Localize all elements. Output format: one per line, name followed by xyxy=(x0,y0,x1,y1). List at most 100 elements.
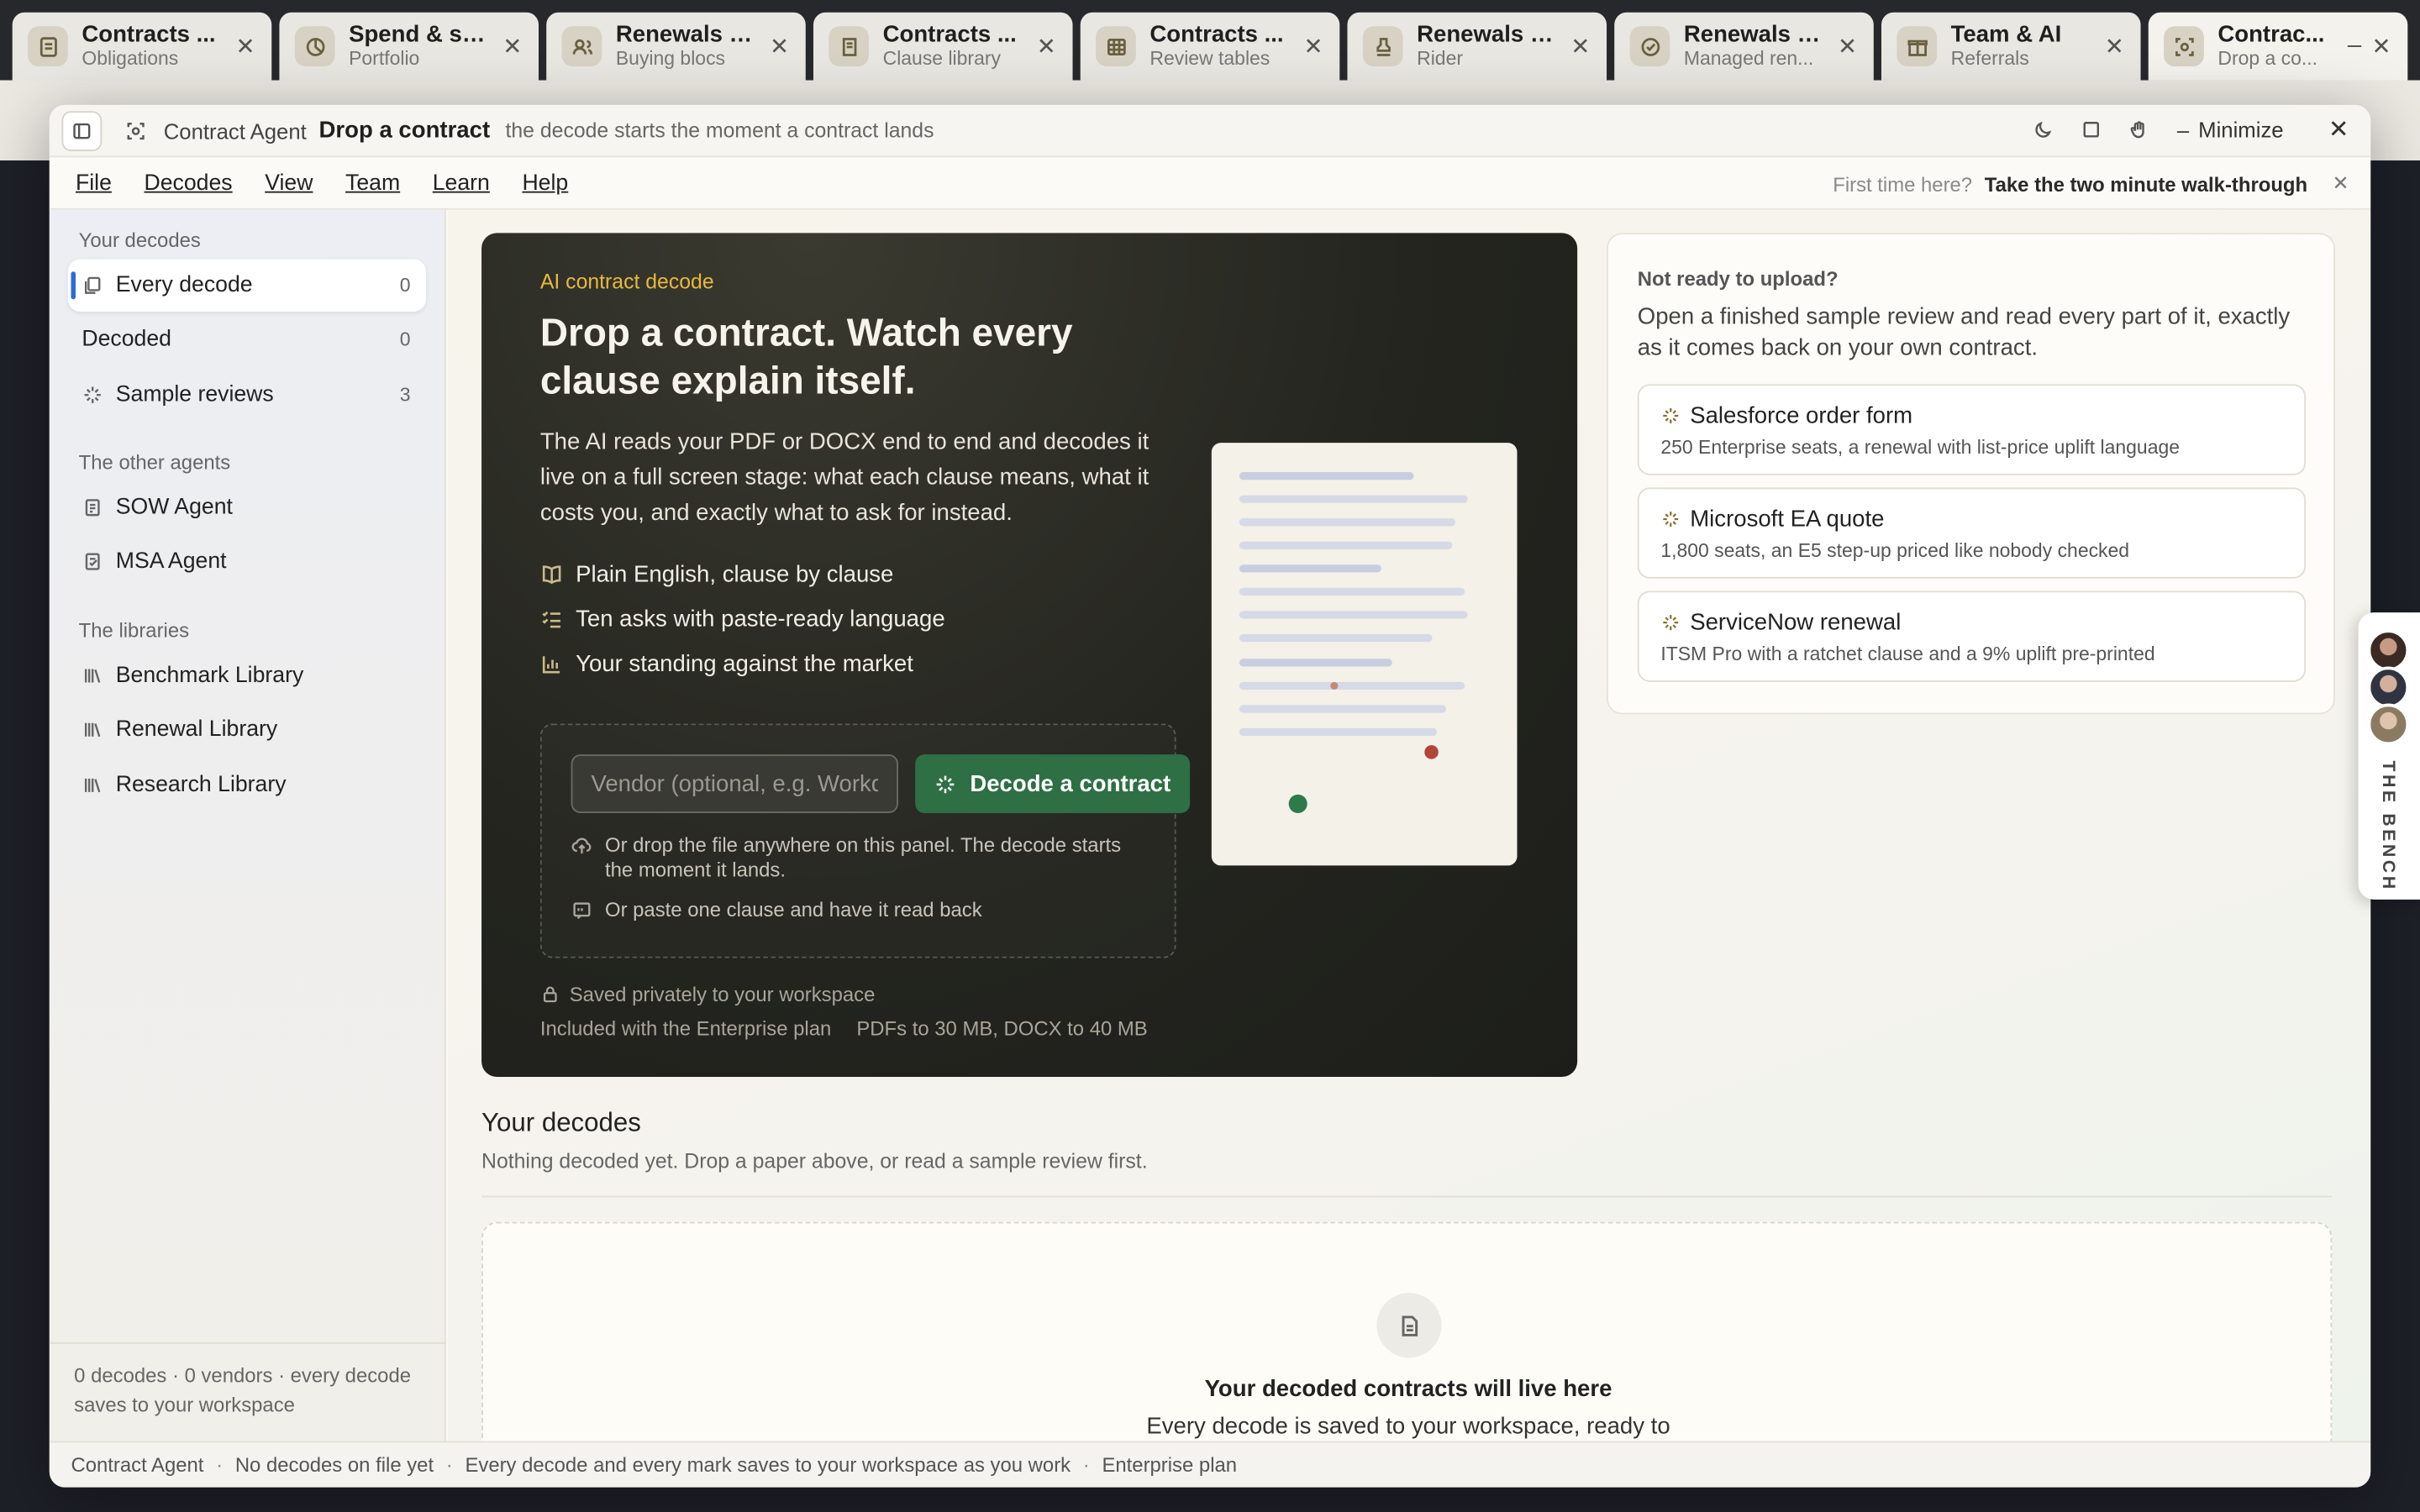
sample-microsoft[interactable]: Microsoft EA quote 1,800 seats, an E5 st… xyxy=(1637,487,2307,579)
sample-title: Salesforce order form xyxy=(1690,402,1913,429)
hero-headline: Drop a contract. Watch every clause expl… xyxy=(539,312,1073,403)
minimize-button[interactable]: – Minimize xyxy=(2177,118,2284,142)
close-icon[interactable]: ✕ xyxy=(234,33,256,60)
bench-label: THE BENCH xyxy=(2378,760,2397,892)
close-icon[interactable]: ✕ xyxy=(1035,33,1057,60)
tab-subtitle: Referrals xyxy=(1950,50,2029,70)
menu-help[interactable]: Help xyxy=(522,171,568,195)
sample-salesforce[interactable]: Salesforce order form 250 Enterprise sea… xyxy=(1637,384,2307,475)
sidebar-item-benchmark-library[interactable]: Benchmark Library xyxy=(68,649,426,701)
tab-renewals-managed[interactable]: Renewals &... Managed ren... ✕ xyxy=(1614,12,1874,81)
avatar[interactable] xyxy=(2367,629,2410,671)
sidebar-item-research-library[interactable]: Research Library xyxy=(68,759,426,811)
file-dropzone[interactable]: Decode a contract Or drop the file anywh… xyxy=(539,723,1191,958)
tab-renewals-buying-blocs[interactable]: Renewals &... Buying blocs ✕ xyxy=(546,12,806,81)
tab-contracts-obligations[interactable]: Contracts ... Obligations ✕ xyxy=(12,12,272,81)
close-icon[interactable]: ✕ xyxy=(1837,33,1859,60)
walkthrough-link[interactable]: Take the two minute walk-through xyxy=(1985,172,2307,196)
moon-icon[interactable] xyxy=(2024,111,2061,148)
tab-title: Renewals &... xyxy=(1683,24,1828,47)
close-icon[interactable]: ✕ xyxy=(769,33,791,60)
empty-state-subtitle: Every decode is saved to your workspace,… xyxy=(1146,1413,1670,1440)
tab-title: Contracts ... xyxy=(882,24,1017,47)
close-icon[interactable]: ✕ xyxy=(2370,33,2392,60)
paste-hint[interactable]: Or paste one clause and have it read bac… xyxy=(571,898,982,922)
sample-card-heading: Not ready to upload? xyxy=(1637,266,1839,291)
tab-renewals-rider[interactable]: Renewals &... Rider ✕ xyxy=(1347,12,1607,81)
close-icon[interactable]: ✕ xyxy=(2332,171,2349,196)
your-decodes-heading: Your decodes xyxy=(481,1107,641,1137)
decode-contract-button[interactable]: Decode a contract xyxy=(915,754,1191,813)
tab-title: Renewals &... xyxy=(1417,24,1560,47)
lock-icon xyxy=(543,986,557,1003)
close-icon[interactable]: ✕ xyxy=(1302,33,1324,60)
close-window-button[interactable]: ✕ xyxy=(2328,114,2349,145)
hero-eyebrow: AI contract decode xyxy=(539,270,714,293)
copy-icon xyxy=(84,276,101,294)
library-icon xyxy=(84,669,101,683)
tab-contracts-review-tables[interactable]: Contracts ... Review tables ✕ xyxy=(1080,12,1340,81)
sidebar-item-label: Renewal Library xyxy=(115,717,278,743)
feature-plain-english: Plain English, clause by clause xyxy=(540,562,893,588)
minimize-icon[interactable]: – xyxy=(2348,33,2361,60)
close-icon[interactable]: ✕ xyxy=(502,33,523,60)
sparkle-icon xyxy=(1663,408,1679,423)
sidebar-toggle-button[interactable] xyxy=(61,110,103,151)
sidebar-item-count: 0 xyxy=(399,328,411,350)
menu-bar: File Decodes View Team Learn Help First … xyxy=(49,157,2371,210)
bar-chart-icon xyxy=(542,656,560,674)
menu-team[interactable]: Team xyxy=(345,171,400,195)
privacy-note: Saved privately to your workspace xyxy=(540,983,875,1006)
sample-subtitle: 250 Enterprise seats, a renewal with lis… xyxy=(1660,436,2181,459)
hero-body: The AI reads your PDF or DOCX end to end… xyxy=(539,428,1150,527)
tab-title: Spend & sa... xyxy=(349,24,492,47)
sample-title: Microsoft EA quote xyxy=(1690,506,1885,533)
sidebar-heading-libraries: The libraries xyxy=(78,618,190,643)
menu-decodes[interactable]: Decodes xyxy=(145,171,233,195)
sample-servicenow[interactable]: ServiceNow renewal ITSM Pro with a ratch… xyxy=(1637,591,2307,682)
close-icon[interactable]: ✕ xyxy=(2103,33,2125,60)
sidebar-item-msa-agent[interactable]: MSA Agent xyxy=(68,535,426,587)
tab-subtitle: Rider xyxy=(1417,50,1463,70)
sidebar-item-decoded[interactable]: Decoded 0 xyxy=(68,313,426,365)
sidebar-item-sow-agent[interactable]: SOW Agent xyxy=(68,481,426,533)
tab-title: Renewals &... xyxy=(615,24,760,47)
plan-note: Included with the Enterprise plan xyxy=(539,1016,832,1040)
menu-view[interactable]: View xyxy=(265,171,313,195)
tab-title: Team & AI xyxy=(1950,24,2062,47)
close-icon[interactable]: ✕ xyxy=(1570,33,1591,60)
status-plan: Enterprise plan xyxy=(1102,1453,1238,1477)
window-subtitle: the decode starts the moment a contract … xyxy=(505,118,934,142)
bench-rail[interactable]: THE BENCH xyxy=(2358,612,2420,900)
menu-file[interactable]: File xyxy=(76,171,112,195)
sidebar-item-label: Benchmark Library xyxy=(115,663,304,689)
sidebar-item-renewal-library[interactable]: Renewal Library xyxy=(68,704,426,756)
tab-spend-portfolio[interactable]: Spend & sa... Portfolio ✕ xyxy=(279,12,539,81)
hand-icon[interactable] xyxy=(2120,111,2157,148)
sidebar-item-sample-reviews[interactable]: Sample reviews 3 xyxy=(68,369,426,421)
status-decodes: No decodes on file yet xyxy=(234,1453,434,1477)
tab-subtitle: Drop a co... xyxy=(2217,50,2318,70)
quote-icon xyxy=(573,902,591,920)
menu-learn[interactable]: Learn xyxy=(433,171,490,195)
vendor-input[interactable] xyxy=(571,754,898,813)
sample-subtitle: 1,800 seats, an E5 step-up priced like n… xyxy=(1660,539,2130,562)
sidebar-item-label: Every decode xyxy=(115,273,253,298)
walkthrough-question: First time here? xyxy=(1833,171,1973,196)
maximize-icon[interactable] xyxy=(2072,111,2109,148)
avatar[interactable] xyxy=(2367,703,2410,746)
library-icon xyxy=(84,722,101,738)
tab-contract-agent-active[interactable]: Contrac... Drop a co... – ✕ xyxy=(2148,12,2408,81)
tab-subtitle: Portfolio xyxy=(349,50,420,70)
sidebar-footer-summary: 0 decodes · 0 vendors · every decode sav… xyxy=(74,1363,412,1417)
tab-team-ai-referrals[interactable]: Team & AI Referrals ✕ xyxy=(1881,12,2141,81)
minimize-label: Minimize xyxy=(2198,117,2284,142)
tab-subtitle: Managed ren... xyxy=(1683,50,1814,70)
tab-title: Contrac... xyxy=(2217,24,2325,47)
tab-subtitle: Review tables xyxy=(1150,50,1270,70)
sidebar-item-every-decode[interactable]: Every decode 0 xyxy=(67,259,426,312)
drop-hint: Or drop the file anywhere on this panel.… xyxy=(571,833,1127,883)
people-icon xyxy=(561,26,602,66)
tab-contracts-clause-library[interactable]: Contracts ... Clause library ✕ xyxy=(813,12,1073,81)
avatar[interactable] xyxy=(2367,666,2410,709)
